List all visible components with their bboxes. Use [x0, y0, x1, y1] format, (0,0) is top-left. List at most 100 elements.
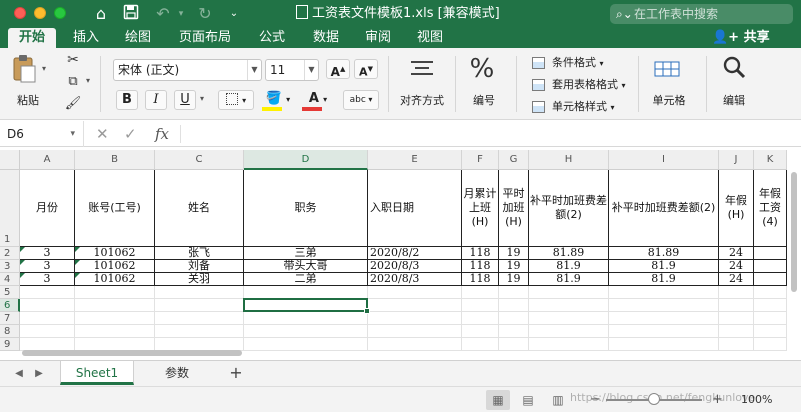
formula-input[interactable]	[186, 123, 794, 145]
empty-cell[interactable]	[719, 325, 754, 338]
bold-button[interactable]: B	[116, 90, 138, 110]
empty-cell[interactable]	[609, 325, 719, 338]
sheet-search-input[interactable]: ⌕⌄ 在工作表中搜索	[610, 4, 793, 24]
sheet-tab-sheet1[interactable]: Sheet1	[60, 361, 134, 385]
cell-style-button[interactable]: 单元格样式 ▾	[532, 98, 615, 116]
table-format-button[interactable]: 套用表格格式 ▾	[532, 76, 626, 94]
normal-view-icon[interactable]: ▦	[486, 390, 510, 410]
data-cell[interactable]: 2020/8/3	[368, 273, 462, 286]
column-header-j[interactable]: J	[719, 150, 754, 170]
column-header-e[interactable]: E	[368, 150, 462, 170]
row-header-1[interactable]: 1	[0, 170, 20, 247]
format-painter-icon[interactable]: 🖌	[64, 96, 82, 112]
data-cell[interactable]: 2020/8/3	[368, 260, 462, 273]
empty-cell[interactable]	[75, 312, 155, 325]
data-cell[interactable]: 三弟	[244, 247, 368, 260]
data-cell[interactable]	[754, 273, 787, 286]
customize-toolbar-icon[interactable]: ⌄	[228, 4, 240, 24]
tab-review[interactable]: 审阅	[358, 28, 398, 48]
column-header-f[interactable]: F	[462, 150, 499, 170]
copy-dropdown-icon[interactable]: ▾	[86, 76, 90, 85]
empty-cell[interactable]	[462, 299, 499, 312]
save-icon[interactable]	[122, 4, 140, 24]
empty-cell[interactable]	[719, 286, 754, 299]
empty-cell[interactable]	[719, 312, 754, 325]
align-icon[interactable]	[404, 58, 440, 86]
borders-button[interactable]: ▾	[218, 90, 254, 110]
redo-icon[interactable]: ↻	[196, 4, 214, 24]
data-cell[interactable]: 3	[20, 247, 75, 260]
select-all-corner[interactable]	[0, 150, 20, 170]
zoom-in-button[interactable]: +	[712, 390, 723, 410]
cancel-formula-icon[interactable]: ✕	[96, 124, 109, 144]
empty-cell[interactable]	[20, 312, 75, 325]
zoom-window-button[interactable]	[54, 7, 66, 19]
font-color-button[interactable]: A ▾	[300, 90, 336, 111]
header-cell[interactable]: 月累计上班(H)	[462, 170, 499, 247]
minimize-window-button[interactable]	[34, 7, 46, 19]
empty-cell[interactable]	[529, 338, 609, 351]
undo-dropdown-icon[interactable]: ▾	[176, 4, 186, 24]
data-cell[interactable]: 24	[719, 247, 754, 260]
name-box[interactable]: D6 ▾	[0, 121, 84, 147]
data-cell[interactable]: 81.89	[609, 247, 719, 260]
empty-cell[interactable]	[609, 312, 719, 325]
font-name-select[interactable]: 宋体 (正文) ▼	[113, 59, 262, 81]
empty-cell[interactable]	[609, 338, 719, 351]
data-cell[interactable]: 19	[499, 273, 529, 286]
data-cell[interactable]: 2020/8/2	[368, 247, 462, 260]
data-cell[interactable]: 101062	[75, 260, 155, 273]
empty-cell[interactable]	[244, 338, 368, 351]
column-header-b[interactable]: B	[75, 150, 155, 170]
column-header-a[interactable]: A	[20, 150, 75, 170]
empty-cell[interactable]	[244, 325, 368, 338]
header-cell[interactable]: 月份	[20, 170, 75, 247]
find-icon[interactable]	[718, 54, 750, 84]
empty-cell[interactable]	[754, 312, 787, 325]
zoom-out-button[interactable]: −	[590, 390, 601, 410]
data-cell[interactable]: 118	[462, 260, 499, 273]
empty-cell[interactable]	[75, 325, 155, 338]
empty-cell[interactable]	[244, 312, 368, 325]
column-header-c[interactable]: C	[155, 150, 244, 170]
prev-sheet-icon[interactable]: ◀	[12, 365, 26, 383]
row-header-3[interactable]: 3	[0, 260, 20, 273]
empty-cell[interactable]	[529, 286, 609, 299]
cells-icon[interactable]	[652, 56, 682, 86]
empty-cell[interactable]	[609, 299, 719, 312]
header-cell[interactable]: 补平时加班费差额(2)	[609, 170, 719, 247]
empty-cell[interactable]	[155, 312, 244, 325]
data-cell[interactable]: 关羽	[155, 273, 244, 286]
header-cell[interactable]: 年假(H)	[719, 170, 754, 247]
phonetic-button[interactable]: abc ▾	[343, 90, 379, 110]
empty-cell[interactable]	[499, 325, 529, 338]
data-cell[interactable]: 带头大哥	[244, 260, 368, 273]
next-sheet-icon[interactable]: ▶	[32, 365, 46, 383]
empty-cell[interactable]	[719, 299, 754, 312]
insert-function-icon[interactable]: fx	[155, 124, 169, 144]
empty-cell[interactable]	[462, 325, 499, 338]
empty-cell[interactable]	[499, 299, 529, 312]
empty-cell[interactable]	[20, 325, 75, 338]
tab-page-layout[interactable]: 页面布局	[172, 28, 238, 48]
column-header-g[interactable]: G	[499, 150, 529, 170]
row-header-7[interactable]: 7	[0, 312, 20, 325]
empty-cell[interactable]	[499, 338, 529, 351]
fill-handle[interactable]	[364, 308, 370, 314]
empty-cell[interactable]	[499, 312, 529, 325]
add-sheet-button[interactable]: +	[226, 363, 246, 383]
empty-cell[interactable]	[609, 286, 719, 299]
data-cell[interactable]: 19	[499, 260, 529, 273]
cut-icon[interactable]: ✂	[64, 52, 82, 68]
tab-view[interactable]: 视图	[410, 28, 450, 48]
data-cell[interactable]: 81.9	[529, 273, 609, 286]
data-cell[interactable]	[754, 260, 787, 273]
tab-insert[interactable]: 插入	[66, 28, 106, 48]
data-cell[interactable]	[754, 247, 787, 260]
row-header-6[interactable]: 6	[0, 299, 20, 312]
empty-cell[interactable]	[155, 286, 244, 299]
decrease-font-button[interactable]: A▼	[354, 59, 378, 79]
worksheet-grid[interactable]: A B C D E F G H I J K 1 2 3 4 5 6 7 8 9 月份 账号(工号) 姓名 职务 入职日期 月累计上…	[0, 150, 801, 360]
tab-formulas[interactable]: 公式	[252, 28, 292, 48]
header-cell[interactable]: 姓名	[155, 170, 244, 247]
